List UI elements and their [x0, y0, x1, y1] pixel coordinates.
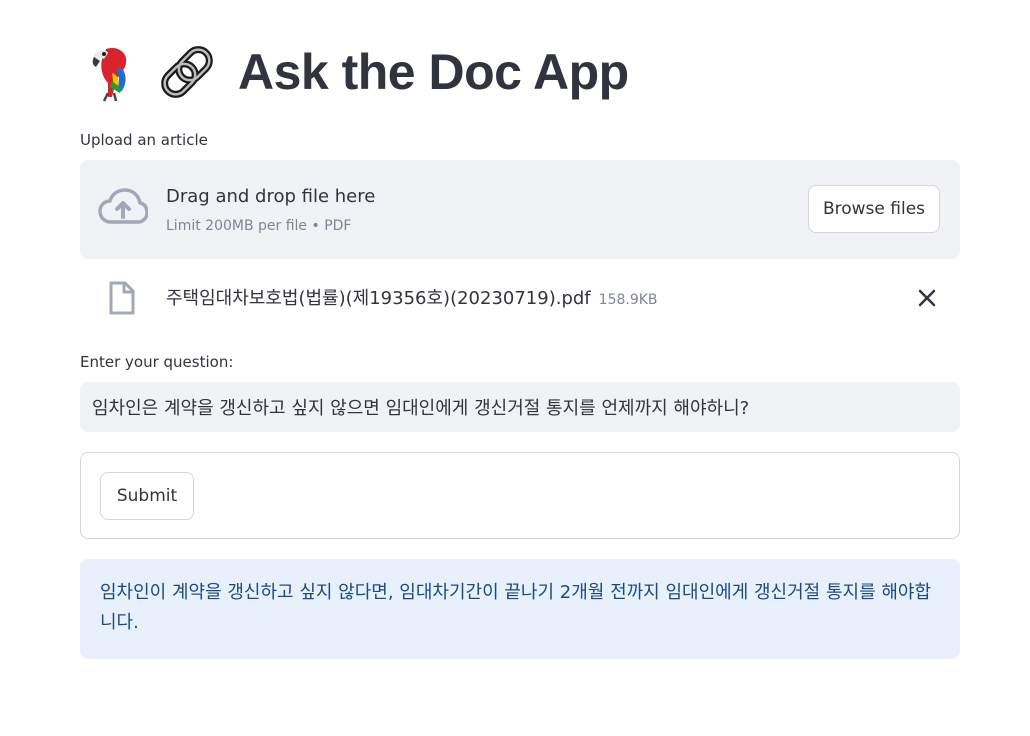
- answer-text: 임차인이 계약을 갱신하고 싶지 않다면, 임대차기간이 끝나기 2개월 전까지…: [100, 582, 932, 633]
- uploaded-file-size: 158.9KB: [598, 292, 658, 308]
- browse-files-button[interactable]: Browse files: [808, 185, 940, 233]
- dropzone-limit: Limit 200MB per file • PDF: [166, 218, 352, 234]
- uploaded-file-info: 주택임대차보호법(법률)(제19356호)(20230719).pdf 158.9…: [166, 284, 658, 310]
- chain-link-icon: [156, 41, 218, 103]
- file-icon: [108, 281, 136, 315]
- remove-file-close-icon[interactable]: [914, 285, 940, 311]
- submit-form: Submit: [80, 452, 960, 539]
- question-label: Enter your question:: [80, 353, 234, 371]
- cloud-upload-icon: [98, 188, 149, 228]
- dropzone-instructions: Drag and drop file here: [166, 186, 376, 207]
- page-title: Ask the Doc App: [238, 44, 629, 100]
- parrot-icon: [82, 41, 144, 103]
- question-input[interactable]: [80, 382, 960, 432]
- file-dropzone[interactable]: Drag and drop file here Limit 200MB per …: [80, 160, 960, 259]
- page-header: Ask the Doc App: [82, 38, 629, 106]
- answer-info-box: 임차인이 계약을 갱신하고 싶지 않다면, 임대차기간이 끝나기 2개월 전까지…: [80, 559, 960, 659]
- uploaded-file-name: 주택임대차보호법(법률)(제19356호)(20230719).pdf: [166, 288, 591, 309]
- submit-button[interactable]: Submit: [100, 472, 194, 520]
- uploaded-file: 주택임대차보호법(법률)(제19356호)(20230719).pdf 158.9…: [80, 272, 960, 324]
- upload-label: Upload an article: [80, 131, 208, 149]
